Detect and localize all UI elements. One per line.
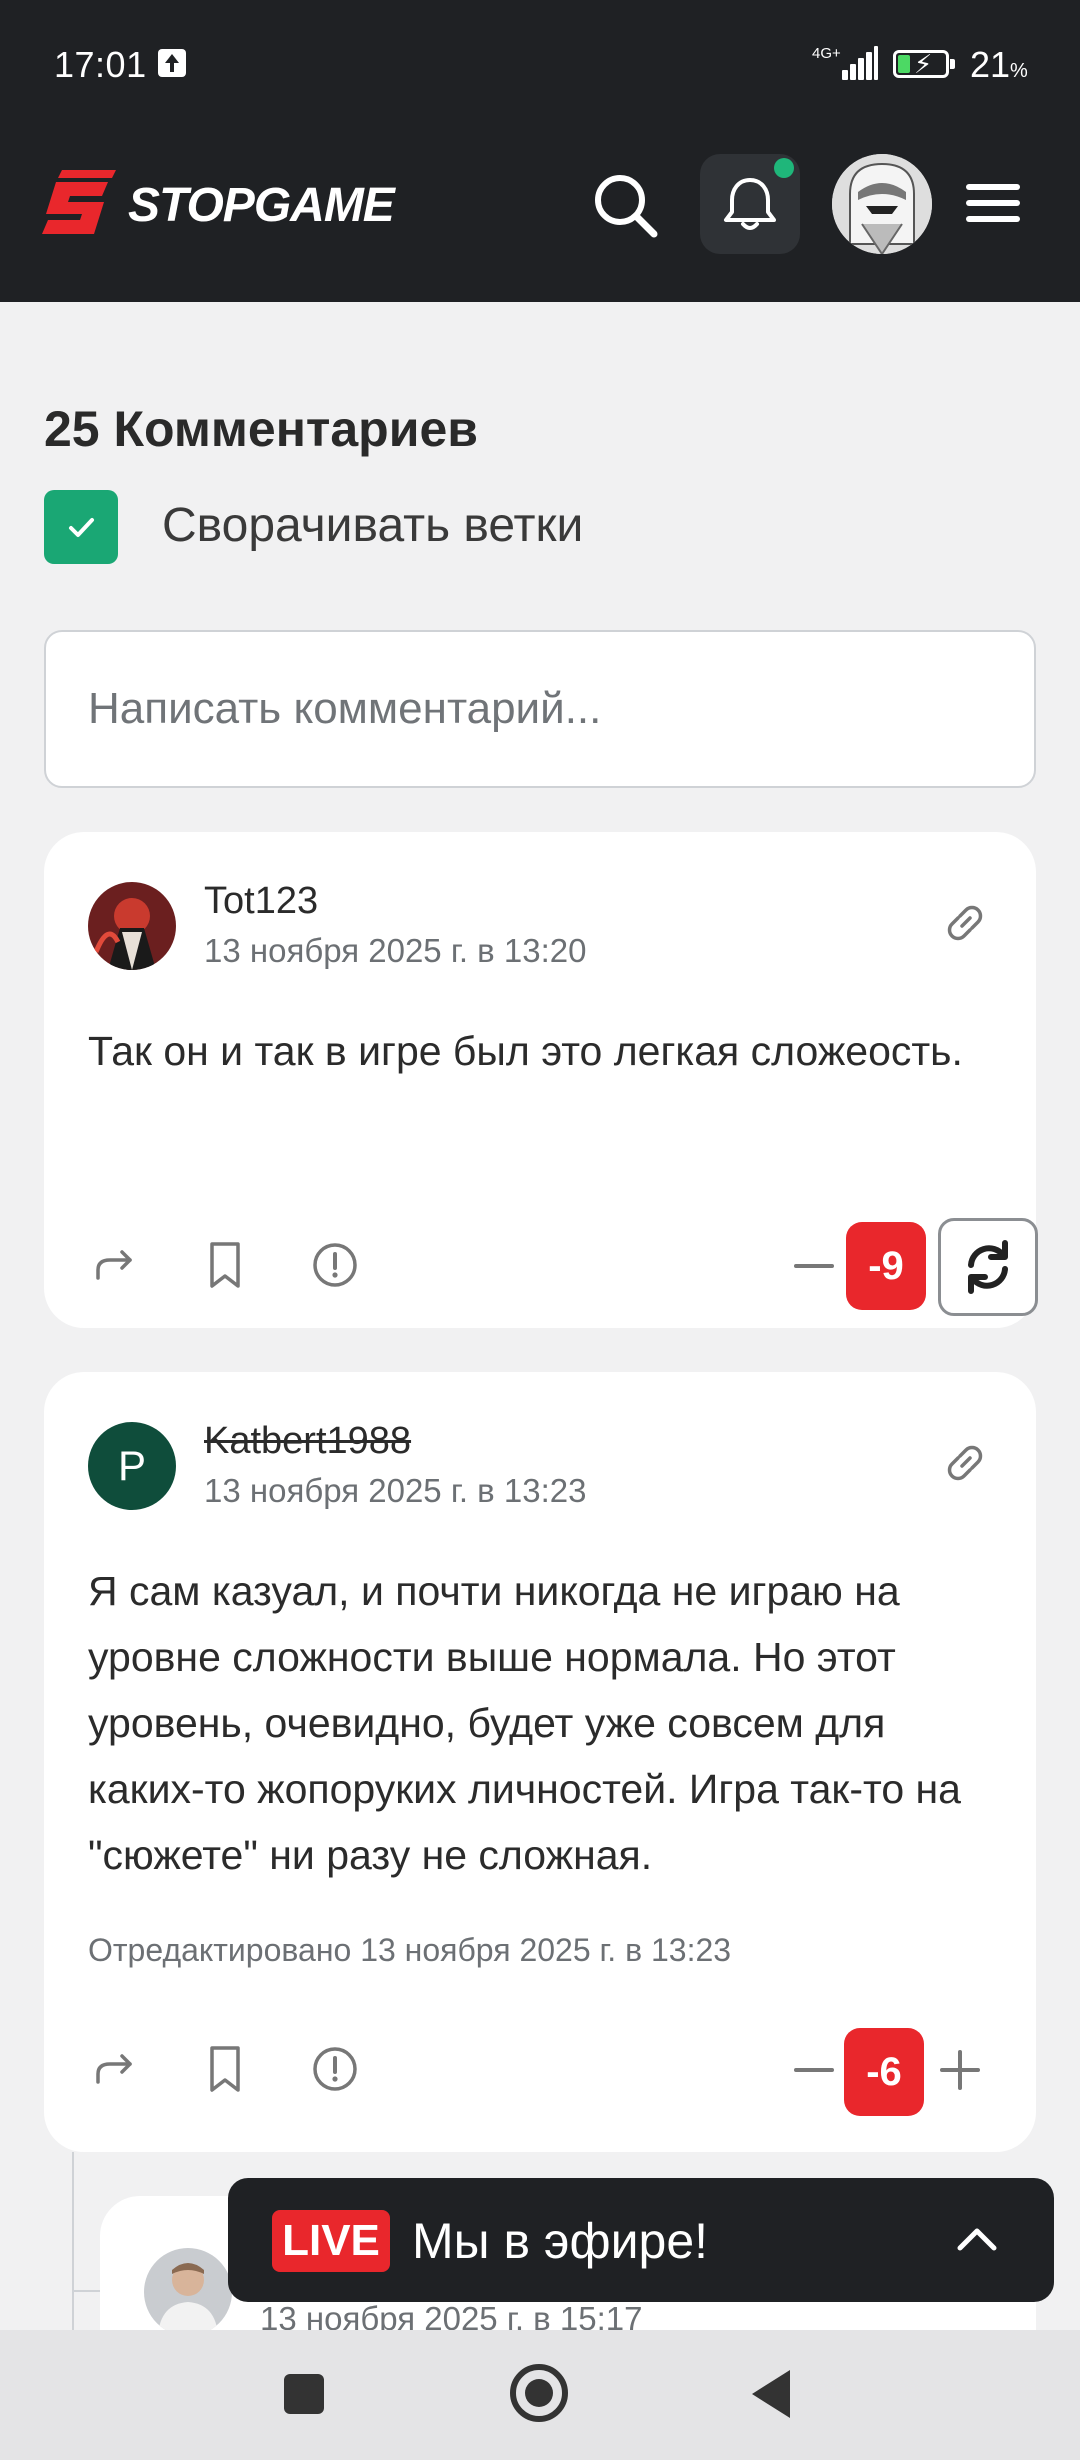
home-button[interactable] xyxy=(510,2364,568,2422)
avatar[interactable] xyxy=(144,2248,232,2336)
comment-actions: -6 xyxy=(44,2028,1036,2116)
author-name[interactable]: Katbert1988 xyxy=(204,1420,411,1463)
comment-body: Я сам казуал, и почти никогда не играю н… xyxy=(88,1568,961,1878)
reply-icon[interactable] xyxy=(88,1238,142,1292)
author-name[interactable]: Tot123 xyxy=(204,880,318,923)
signal-icon xyxy=(842,46,878,80)
avatar[interactable]: P xyxy=(88,1422,176,1510)
comment-input[interactable] xyxy=(44,630,1036,788)
avatar[interactable] xyxy=(88,882,176,970)
battery-icon: ⚡ xyxy=(893,49,955,79)
collapse-label: Сворачивать ветки xyxy=(162,499,584,552)
downvote-button[interactable] xyxy=(794,2068,834,2072)
bookmark-icon[interactable] xyxy=(198,2042,252,2096)
avatar-image xyxy=(144,2248,232,2336)
status-time: 17:01 xyxy=(54,44,147,85)
collapse-checkbox[interactable] xyxy=(44,490,118,564)
live-banner[interactable]: LIVE Мы в эфире! xyxy=(228,2178,1054,2302)
live-badge: LIVE xyxy=(272,2210,390,2272)
refresh-icon xyxy=(968,1240,1008,1294)
report-icon[interactable] xyxy=(308,1238,362,1292)
comment-card: P Katbert1988 13 ноября 2025 г. в 13:23 … xyxy=(44,1372,1036,2152)
downvote-button[interactable] xyxy=(794,1264,834,1268)
battery-percent: 21% xyxy=(970,44,1028,85)
notifications-button[interactable] xyxy=(700,154,800,254)
thread-line xyxy=(72,2152,74,2332)
menu-icon[interactable] xyxy=(966,176,1020,230)
logo-text: STOPGAME xyxy=(128,179,395,232)
check-icon xyxy=(69,518,94,537)
notification-dot xyxy=(774,158,794,178)
link-icon[interactable] xyxy=(940,1438,990,1488)
comment-actions: -9 xyxy=(44,1222,1036,1310)
network-type: 4G+ xyxy=(812,45,841,62)
comment-body: Так он и так в игре был это легкая сложе… xyxy=(88,1028,963,1074)
system-nav-bar xyxy=(0,2330,1080,2460)
search-icon[interactable] xyxy=(592,172,658,238)
stopgame-logo[interactable]: STOPGAME xyxy=(42,168,422,248)
comment-score: -6 xyxy=(844,2028,924,2116)
upvote-button[interactable] xyxy=(940,2050,980,2090)
link-icon[interactable] xyxy=(940,898,990,948)
comment-date: 13 ноября 2025 г. в 13:23 xyxy=(204,1472,587,1509)
chevron-up-icon[interactable] xyxy=(952,2214,1002,2264)
bookmark-icon[interactable] xyxy=(198,1238,252,1292)
avatar-image xyxy=(832,154,932,254)
refresh-button[interactable] xyxy=(938,1218,1038,1316)
app-header: STOPGAME xyxy=(0,128,1080,302)
comments-title: 25 Комментариев xyxy=(44,401,479,457)
edited-note: Отредактировано 13 ноября 2025 г. в 13:2… xyxy=(88,1932,732,1968)
status-bar: 17:01 4G+ ⚡ 21% xyxy=(0,0,1080,128)
avatar-image xyxy=(88,882,176,970)
comment-card: Tot123 13 ноября 2025 г. в 13:20 Так он … xyxy=(44,832,1036,1328)
thread-line xyxy=(72,2290,100,2292)
comment-date: 13 ноября 2025 г. в 13:20 xyxy=(204,932,587,969)
logo-mark-icon xyxy=(42,170,116,234)
user-avatar[interactable] xyxy=(832,154,932,254)
comment-score: -9 xyxy=(846,1222,926,1310)
back-button[interactable] xyxy=(752,2370,790,2418)
upload-icon xyxy=(158,49,186,77)
report-icon[interactable] xyxy=(308,2042,362,2096)
live-text: Мы в эфире! xyxy=(412,2213,709,2269)
recent-apps-button[interactable] xyxy=(284,2374,324,2414)
reply-icon[interactable] xyxy=(88,2042,142,2096)
